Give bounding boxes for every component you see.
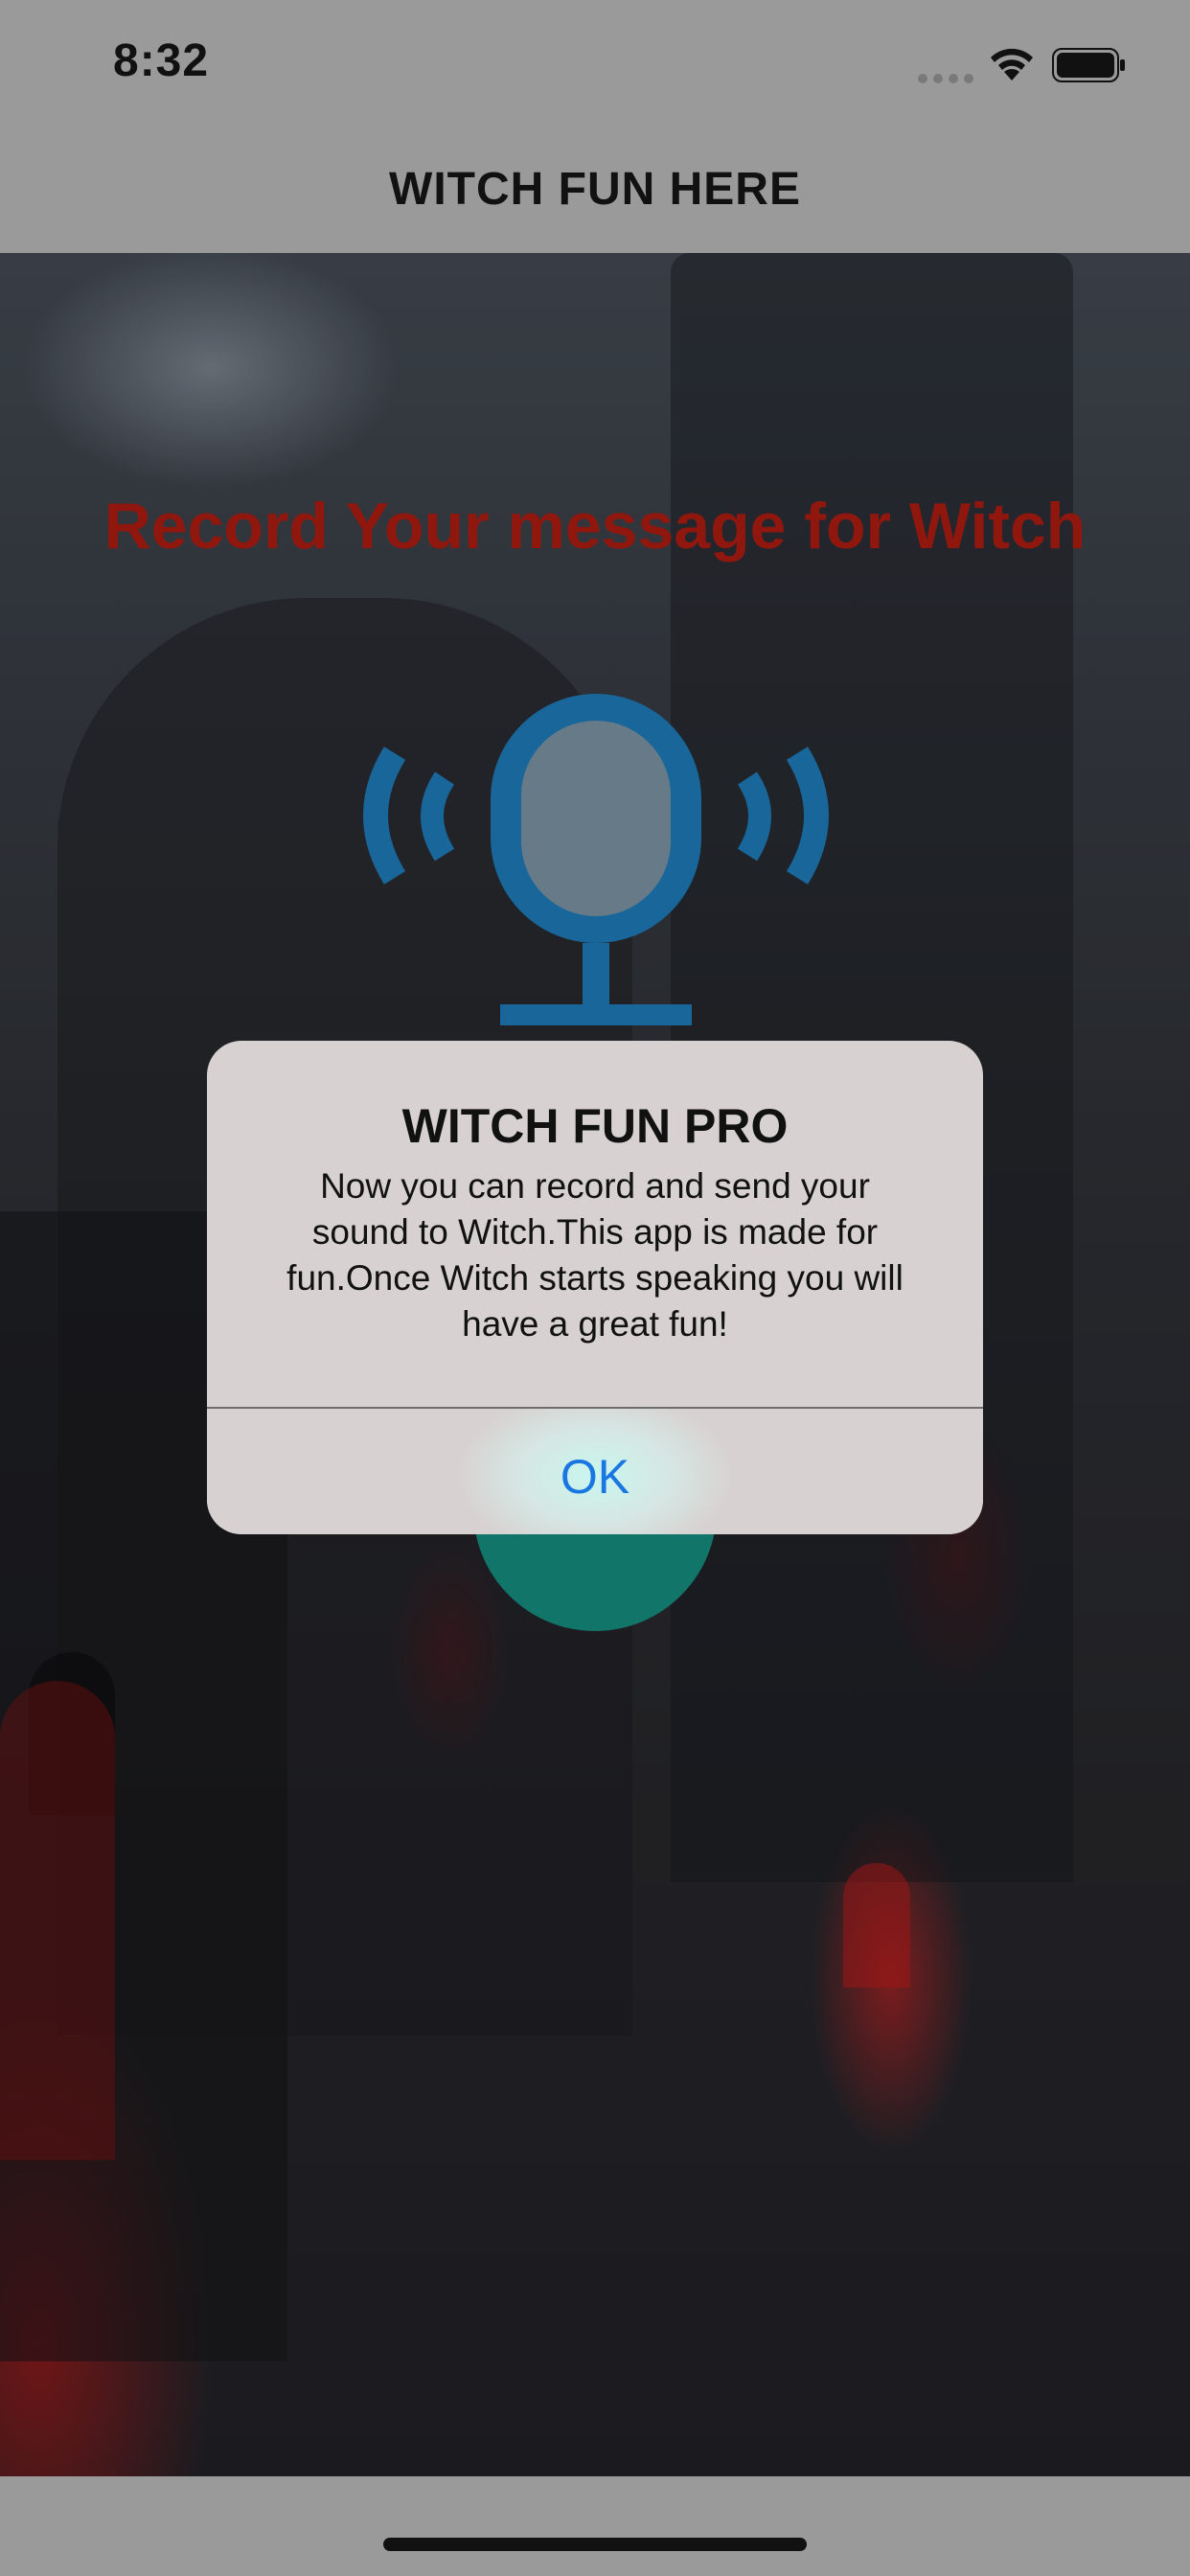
navigation-bar: WITCH FUN HERE	[0, 126, 1190, 255]
battery-icon	[1052, 48, 1125, 82]
cellular-signal-icon	[918, 71, 979, 88]
ok-button-label: OK	[560, 1450, 630, 1504]
screen: 8:32 WITCH FUN HERE Record Your message …	[0, 0, 1190, 2576]
nav-title: WITCH FUN HERE	[389, 164, 801, 215]
ok-button[interactable]: OK	[207, 1409, 983, 1534]
bottom-bar	[0, 2476, 1190, 2576]
alert-message: Now you can record and send your sound t…	[286, 1166, 904, 1344]
home-indicator[interactable]	[383, 2538, 807, 2551]
status-time: 8:32	[113, 35, 210, 86]
alert-dialog: WITCH FUN PRO Now you can record and sen…	[207, 1041, 983, 1534]
status-bar: 8:32	[0, 0, 1190, 126]
wifi-icon	[991, 48, 1033, 80]
alert-title: WITCH FUN PRO	[401, 1099, 789, 1153]
